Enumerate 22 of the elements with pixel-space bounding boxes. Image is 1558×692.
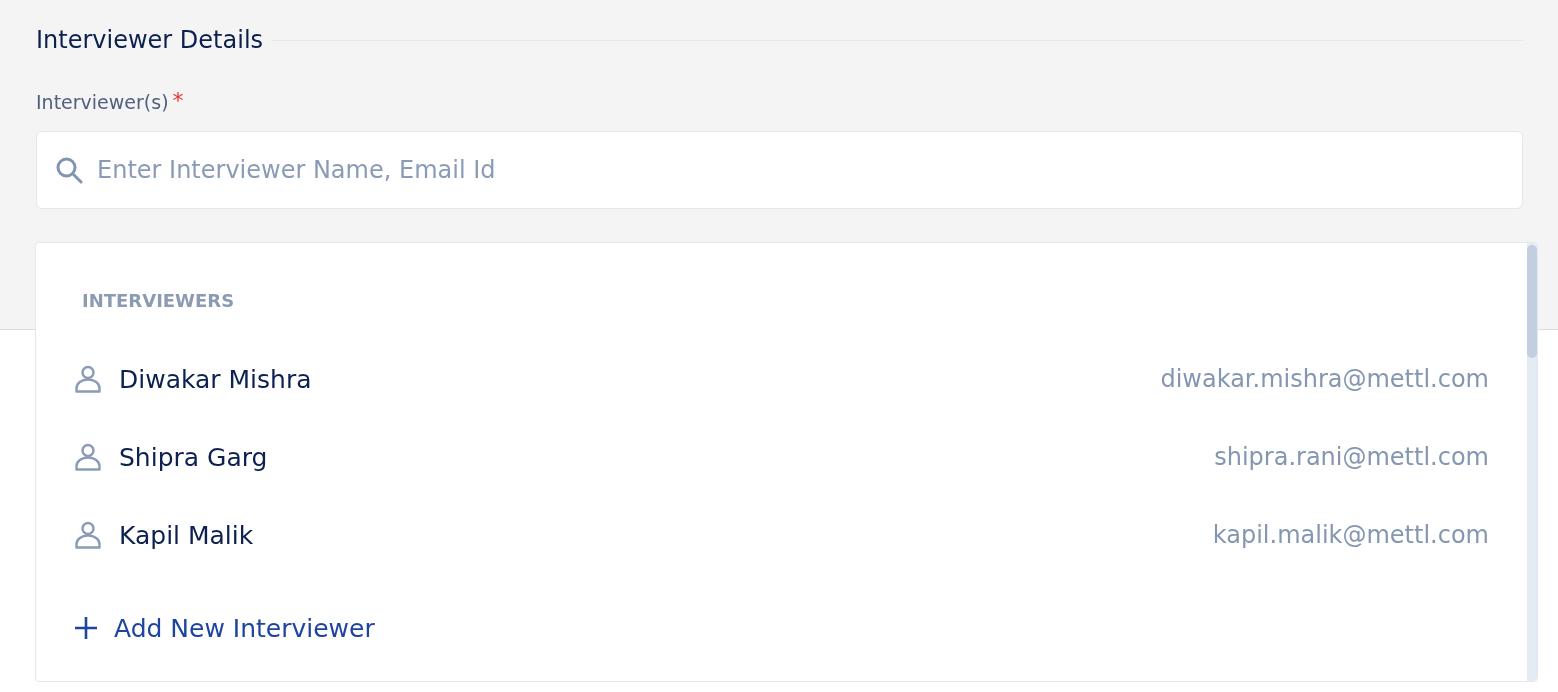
person-icon [74,365,102,393]
scrollbar-thumb[interactable] [1527,245,1537,358]
interviewer-email: kapil.malik@mettl.com [1212,521,1489,549]
required-asterisk: * [172,90,184,112]
add-interviewer-button[interactable]: Add New Interviewer [74,608,375,648]
person-icon [74,443,102,471]
scrollbar-track[interactable] [1527,243,1537,681]
search-field[interactable]: Enter Interviewer Name, Email Id [36,131,1523,209]
plus-icon [74,616,98,640]
interviewer-name: Kapil Malik [119,520,254,550]
interviewer-name: Shipra Garg [119,442,268,472]
search-icon [55,156,83,184]
section-title: Interviewer Details [36,25,264,56]
interviewer-option[interactable]: Diwakar Mishra diwakar.mishra@mettl.com [74,340,1489,418]
interviewer-option[interactable]: Shipra Garg shipra.rani@mettl.com [74,418,1489,496]
interviewer-name: Diwakar Mishra [119,364,312,394]
interviewer-option[interactable]: Kapil Malik kapil.malik@mettl.com [74,496,1489,574]
interviewer-email: shipra.rani@mettl.com [1214,443,1489,471]
interviewer-email: diwakar.mishra@mettl.com [1160,365,1489,393]
group-heading: INTERVIEWERS [81,289,236,313]
field-label: Interviewer(s) [36,90,169,114]
person-icon [74,521,102,549]
